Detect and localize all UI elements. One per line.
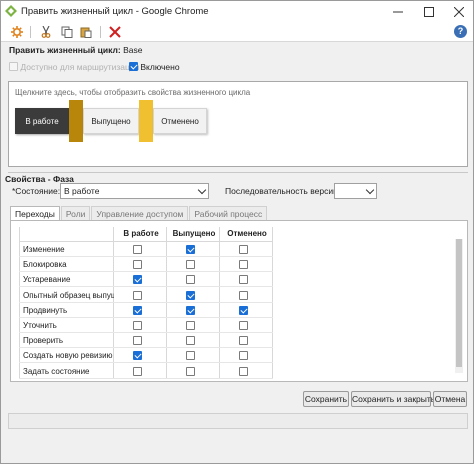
maximize-icon[interactable] [414, 1, 444, 23]
enabled-checkbox[interactable] [129, 62, 138, 71]
transition-checkbox[interactable] [239, 290, 248, 300]
transition-checkbox[interactable] [186, 275, 195, 285]
row-label: Устаревание [23, 275, 71, 285]
transition-checkbox[interactable] [133, 305, 142, 315]
scrollbar-thumb[interactable] [456, 239, 462, 367]
transition-checkbox[interactable] [133, 260, 142, 270]
enabled-option: Включено [129, 62, 180, 72]
transition-checkbox[interactable] [239, 351, 248, 361]
transition-checkbox[interactable] [133, 290, 142, 300]
transition-checkbox[interactable] [133, 245, 142, 254]
enabled-label: Включено [140, 62, 180, 72]
state-label: *Состояние: [12, 186, 61, 196]
routing-checkbox[interactable] [9, 62, 18, 71]
table-row: Опытный образец выпуще [19, 288, 273, 303]
state-select[interactable]: В работе [60, 183, 209, 199]
cancel-button[interactable]: Отмена [433, 391, 467, 407]
routing-label: Доступно для маршрутизации [20, 62, 140, 72]
transition-checkbox[interactable] [133, 321, 142, 330]
transition-checkbox[interactable] [239, 336, 248, 346]
tab-strip: Переходы Роли Управление доступом Рабочи… [10, 206, 268, 221]
cut-icon[interactable] [38, 24, 54, 40]
row-label: Уточнить [23, 321, 57, 330]
transition-checkbox[interactable] [133, 275, 142, 285]
routing-option: Доступно для маршрутизации [9, 62, 139, 72]
lifecycle-name: Base [123, 45, 143, 55]
gear-icon[interactable] [9, 24, 25, 40]
copy-icon[interactable] [59, 24, 75, 40]
table-row: Устаревание [19, 272, 273, 288]
transition-checkbox[interactable] [133, 366, 142, 376]
paste-icon[interactable] [78, 24, 94, 40]
transition-checkbox[interactable] [186, 351, 195, 361]
transition-checkbox[interactable] [186, 290, 195, 300]
transition-checkbox[interactable] [186, 321, 195, 330]
save-close-button[interactable]: Сохранить и закрыть [351, 391, 435, 407]
tab-transitions[interactable]: Переходы [10, 206, 60, 221]
close-icon[interactable] [444, 1, 474, 23]
transition-checkbox[interactable] [239, 275, 248, 285]
canvas-hint: Щелкните здесь, чтобы отобразить свойств… [15, 88, 251, 97]
row-label: Опытный образец выпуще [23, 290, 114, 300]
transition-checkbox[interactable] [186, 305, 195, 315]
table-row: Создать новую ревизию [19, 348, 273, 364]
transition-checkbox[interactable] [239, 245, 248, 254]
phase-released[interactable]: Выпущено [83, 108, 139, 134]
version-seq-label: Последовательность версий: [225, 186, 341, 196]
transition-checkbox[interactable] [186, 336, 195, 346]
toolbar-separator [30, 26, 31, 38]
row-label: Создать новую ревизию [23, 351, 113, 361]
table-row: Уточнить [19, 318, 273, 333]
transition-checkbox[interactable] [239, 305, 248, 315]
app-icon [5, 5, 17, 17]
status-bar [8, 413, 468, 429]
transition-checkbox[interactable] [186, 245, 195, 254]
version-seq-select[interactable] [334, 183, 377, 199]
phase-in-work[interactable]: В работе [15, 108, 69, 134]
row-label: Задать состояние [23, 366, 90, 376]
transition-checkbox[interactable] [133, 351, 142, 361]
column-header: В работе [123, 229, 159, 238]
row-label: Изменение [23, 245, 65, 254]
scrollbar[interactable] [455, 239, 463, 373]
column-header: Отменено [227, 229, 267, 238]
lifecycle-label: Править жизненный цикл: [9, 45, 121, 55]
table-row: Блокировка [19, 257, 273, 273]
window-title: Править жизненный цикл - Google Chrome [21, 6, 209, 17]
phase-cancelled[interactable]: Отменено [153, 108, 207, 134]
minimize-icon[interactable] [383, 1, 413, 23]
row-label: Продвинуть [23, 305, 68, 315]
tab-access-control[interactable]: Управление доступом [91, 206, 189, 221]
chevron-down-icon [365, 185, 375, 195]
lifecycle-name-line: Править жизненный цикл: Base [9, 45, 142, 55]
table-row: Продвинуть [19, 303, 273, 318]
tab-roles[interactable]: Роли [60, 206, 91, 221]
toolbar-separator [100, 26, 101, 38]
table-row: Задать состояние [19, 364, 273, 379]
save-button[interactable]: Сохранить [303, 391, 349, 407]
lifecycle-canvas[interactable]: Щелкните здесь, чтобы отобразить свойств… [8, 81, 468, 167]
table-row: Проверить [19, 333, 273, 349]
transition-connector[interactable] [69, 100, 83, 142]
row-label: Блокировка [23, 260, 67, 270]
chevron-down-icon [197, 185, 207, 195]
browser-window: Править жизненный цикл - Google Chrome ? [0, 0, 474, 464]
transition-checkbox[interactable] [239, 366, 248, 376]
transition-checkbox[interactable] [239, 260, 248, 270]
transition-checkbox[interactable] [239, 321, 248, 330]
toolbar: ? [1, 23, 473, 42]
transition-checkbox[interactable] [133, 336, 142, 346]
row-label: Проверить [23, 336, 64, 346]
tab-workflow[interactable]: Рабочий процесс [189, 206, 268, 221]
column-header: Выпущено [172, 229, 216, 238]
transition-connector[interactable] [139, 100, 153, 142]
title-bar: Править жизненный цикл - Google Chrome [1, 1, 473, 23]
delete-icon[interactable] [107, 24, 123, 40]
table-row: Изменение [19, 242, 273, 257]
help-icon[interactable]: ? [454, 25, 467, 38]
transition-checkbox[interactable] [186, 260, 195, 270]
transition-checkbox[interactable] [186, 366, 195, 376]
